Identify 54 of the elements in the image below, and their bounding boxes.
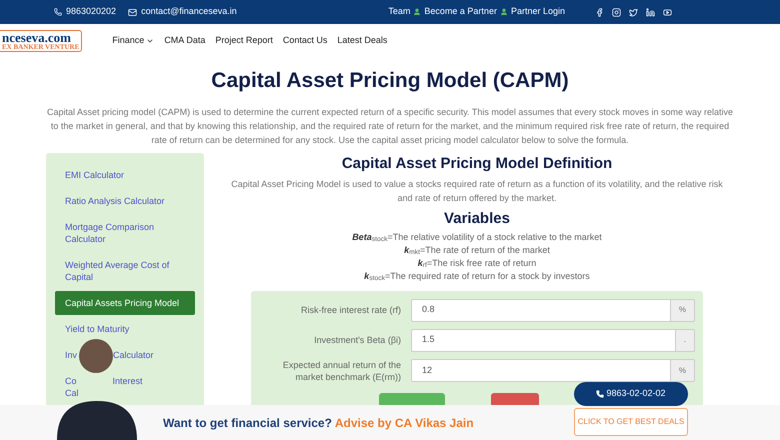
person-icon (500, 8, 508, 16)
reset-button[interactable] (491, 392, 539, 404)
facebook-icon[interactable] (595, 8, 604, 16)
mail-icon (128, 8, 138, 16)
twitter-icon[interactable] (629, 8, 638, 16)
call-button[interactable]: 9863-02-02-02 (574, 382, 688, 406)
variables-heading: Variables (444, 209, 510, 229)
avatar-head (79, 339, 113, 373)
sidebar-item[interactable]: Weighted Average Cost of Capital (55, 252, 195, 288)
variable-definition: k$_{stock}$=The required rate of return for a stock by investors (364, 270, 590, 282)
top-link[interactable]: Become a Partner (424, 5, 497, 19)
sidebar-link[interactable]: Inv (65, 348, 78, 360)
phone-number[interactable]: 9863020202 (66, 5, 116, 19)
sidebar-item[interactable]: Mortgage Comparison Calculator (55, 214, 195, 250)
input-field[interactable]: 0.8 (411, 298, 671, 322)
sidebar-item[interactable]: Yield to Maturity (55, 316, 195, 340)
input-field[interactable]: 12 (411, 359, 671, 382)
person-icon (413, 8, 422, 16)
definition-heading: Capital Asset Pricing Model Definition (342, 154, 612, 174)
top-link[interactable]: Partner Login (510, 5, 565, 19)
linkedin-icon[interactable] (646, 8, 655, 16)
sidebar-link[interactable]: Co (65, 374, 77, 386)
page-title: Capital Asset Pricing Model (CAPM) (210, 68, 570, 94)
nav-link[interactable]: Contact Us (282, 34, 328, 48)
sidebar-link[interactable]: Interest (112, 374, 143, 386)
nav-link[interactable]: Finance (112, 34, 154, 48)
definition-text: Capital Asset Pricing Model is used to value a stocks required rate of return as a function of its volatility, and the relative risk and rate of return offered by the market. (230, 178, 724, 205)
sidebar-link[interactable]: Cal (65, 386, 79, 398)
nav-link[interactable]: CMA Data (164, 34, 206, 48)
phone-icon (54, 8, 62, 16)
variable-definition: Beta$_{stock}$=The relative volatility of a stock relative to the market (352, 230, 602, 244)
logo-name: nceseva.com (2, 31, 71, 44)
sidebar-item[interactable]: Capital Assets Pricing Model (55, 290, 195, 314)
variable-definition: k$_{rf}$=The risk free rate of return (418, 256, 536, 270)
unit-label: % (670, 298, 695, 322)
youtube-icon[interactable] (663, 8, 672, 16)
field-label: Risk-free interest rate (rf) (300, 304, 401, 316)
intro-paragraph: Capital Asset pricing model (CAPM) is used to determine the current expected return of a specific security. This model assumes that every stock moves in some way relative to the market in general, and that by knowing this relationship, and the required rate of return for the market, and the minimum required risk free rate of return, the required rate of return can be determined for any stock. Use the capital asset pricing model calculator below to solve the formula. (46, 106, 734, 146)
field-label: Investment's Beta (βi) (313, 334, 401, 346)
variable-definition: k$_{mkt}$=The rate of return of the market (404, 244, 550, 256)
top-link[interactable]: Team (388, 5, 410, 19)
nav-link[interactable]: Latest Deals (337, 34, 388, 48)
phone-icon (596, 390, 604, 398)
sidebar-item[interactable]: EMI Calculator (55, 162, 195, 186)
input-field[interactable]: 1.5 (411, 328, 676, 352)
instagram-icon[interactable] (612, 8, 621, 16)
nav-link[interactable]: Project Report (215, 34, 273, 48)
field-label: Expected annual return of the market benchmark (E(rm)) (282, 358, 401, 382)
email-link[interactable]: contact@financeseva.in (141, 5, 237, 19)
unit-label: % (670, 359, 695, 382)
sidebar-link[interactable]: Calculator (113, 348, 154, 360)
banner-text[interactable]: Want to get financial service? Advise by CA Vikas Jain (163, 414, 474, 432)
sidebar-item[interactable]: Ratio Analysis Calculator (55, 188, 195, 212)
unit-label: . (676, 328, 695, 352)
